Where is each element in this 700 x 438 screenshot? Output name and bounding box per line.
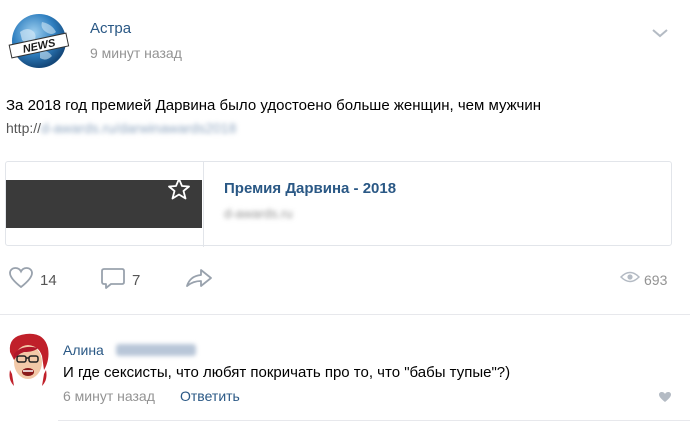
- share-button[interactable]: [184, 268, 214, 292]
- comment-count: 7: [132, 271, 141, 289]
- post-link[interactable]: http://d-awards.ru/darwinawards2018: [6, 120, 236, 136]
- like-count: 14: [40, 271, 57, 289]
- section-divider: [0, 314, 690, 315]
- like-button[interactable]: 14: [8, 266, 57, 295]
- comment-author-name[interactable]: Алина: [63, 342, 104, 358]
- comment-divider: [58, 420, 690, 421]
- comment-button[interactable]: 7: [100, 266, 141, 295]
- share-icon: [184, 266, 214, 295]
- comment-icon: [100, 266, 126, 295]
- link-preview-title[interactable]: Премия Дарвина - 2018: [224, 180, 396, 197]
- post-link-prefix[interactable]: http://: [6, 120, 41, 136]
- comment-timestamp[interactable]: 6 минут назад: [63, 388, 155, 404]
- post-author-name[interactable]: Астра: [90, 20, 131, 37]
- post-timestamp[interactable]: 9 минут назад: [90, 45, 182, 61]
- comment-text: И где сексисты, что любят покричать про …: [63, 364, 511, 381]
- author-avatar[interactable]: NEWS: [6, 10, 72, 72]
- comment-author-surname-blurred: [116, 344, 196, 356]
- commenter-avatar[interactable]: [4, 330, 52, 390]
- views-counter: 693: [619, 270, 668, 289]
- eye-icon: [619, 270, 641, 289]
- star-icon[interactable]: [166, 176, 192, 202]
- reply-button[interactable]: Ответить: [180, 388, 240, 404]
- post-link-blurred[interactable]: d-awards.ru/darwinawards2018: [41, 120, 236, 136]
- wall-post: NEWS Астра 9 минут назад За 2018 год пре…: [0, 0, 700, 438]
- chevron-down-icon[interactable]: [650, 26, 670, 40]
- views-count: 693: [644, 271, 668, 288]
- link-preview-card[interactable]: Премия Дарвина - 2018 d-awards.ru: [5, 161, 672, 247]
- comment-like-icon[interactable]: [658, 390, 672, 402]
- post-text: За 2018 год премией Дарвина было удостое…: [6, 97, 541, 114]
- heart-icon: [8, 266, 34, 295]
- link-preview-domain: d-awards.ru: [224, 206, 293, 221]
- card-divider: [203, 162, 204, 247]
